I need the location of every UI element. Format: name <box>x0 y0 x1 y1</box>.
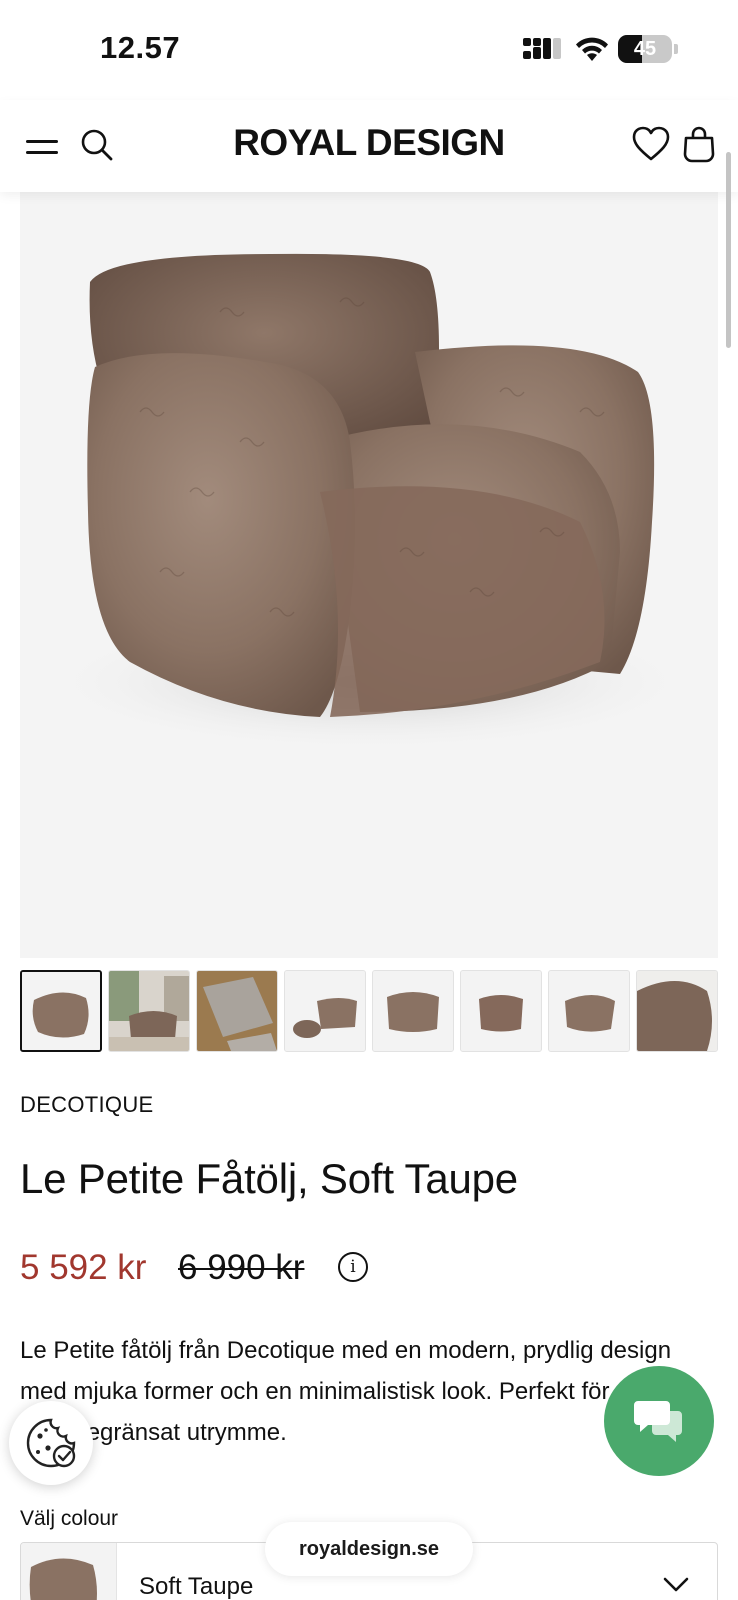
status-bar: 12.57 45 <box>0 0 738 100</box>
product-main-image[interactable] <box>20 192 718 958</box>
heart-icon[interactable] <box>632 126 670 162</box>
chevron-down-icon <box>663 1577 689 1592</box>
colour-value: Soft Taupe <box>139 1573 254 1600</box>
page-scrollbar[interactable] <box>726 152 731 348</box>
cookie-settings-button[interactable] <box>9 1401 93 1485</box>
thumbnail-3[interactable] <box>196 970 278 1052</box>
product-title: Le Petite Fåtölj, Soft Taupe <box>20 1155 518 1202</box>
thumbnail-5[interactable] <box>372 970 454 1052</box>
price-info-icon[interactable]: i <box>338 1252 368 1282</box>
chat-button[interactable] <box>604 1366 714 1476</box>
cellular-signal-icon <box>523 38 563 64</box>
site-header: ROYAL DESIGN <box>0 100 738 192</box>
thumbnail-6[interactable] <box>460 970 542 1052</box>
thumbnail-2[interactable] <box>108 970 190 1052</box>
brand-logo[interactable]: ROYAL DESIGN <box>0 122 738 164</box>
chat-icon <box>634 1401 682 1442</box>
cookie-icon <box>26 1418 76 1468</box>
thumbnail-4[interactable] <box>284 970 366 1052</box>
thumbnail-8[interactable] <box>636 970 718 1052</box>
battery-cap <box>674 44 678 54</box>
thumbnail-1[interactable] <box>20 970 102 1052</box>
battery-icon: 45 <box>618 35 672 63</box>
armchair-image <box>40 253 700 752</box>
status-time: 12.57 <box>100 30 181 65</box>
browser-url-pill[interactable]: royaldesign.se <box>265 1522 473 1576</box>
wifi-icon <box>576 37 608 61</box>
sale-price: 5 592 kr <box>20 1248 147 1287</box>
thumbnail-strip <box>20 970 738 1054</box>
product-brand[interactable]: DECOTIQUE <box>20 1092 154 1118</box>
colour-label: Välj colour <box>20 1507 119 1530</box>
colour-thumbnail <box>21 1543 117 1600</box>
battery-level: 45 <box>633 38 657 60</box>
shopping-bag-icon[interactable] <box>682 124 716 164</box>
thumbnail-7[interactable] <box>548 970 630 1052</box>
original-price: 6 990 kr <box>178 1248 305 1287</box>
